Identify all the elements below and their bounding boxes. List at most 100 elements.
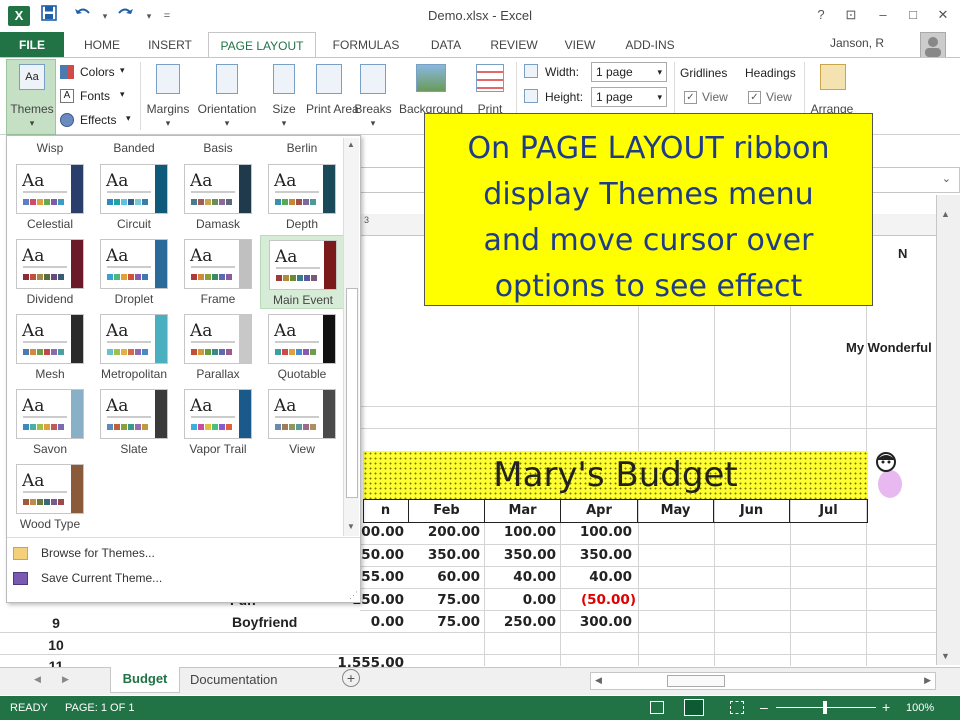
arrange-button[interactable]: Arrange (808, 60, 856, 116)
scroll-left-icon[interactable]: ◀ (595, 675, 602, 686)
cell[interactable]: 40.00 (480, 569, 556, 585)
scroll-up-icon[interactable]: ▲ (941, 209, 950, 219)
tab-home[interactable]: HOME (74, 32, 130, 58)
tab-file[interactable]: FILE (0, 32, 64, 58)
tab-page-layout[interactable]: PAGE LAYOUT (208, 32, 316, 58)
user-name[interactable]: Janson, R (830, 36, 910, 50)
cell[interactable]: 55.00 (360, 569, 404, 585)
ribbon-display-options-button[interactable]: ⊡ (838, 4, 864, 26)
maximize-button[interactable]: □ (900, 4, 926, 26)
browse-for-themes-item[interactable]: Browse for Themes... (13, 544, 343, 566)
normal-view-icon[interactable] (650, 701, 664, 714)
theme-banded-label[interactable]: Banded (92, 141, 176, 155)
page-break-view-icon[interactable] (730, 701, 744, 714)
theme-wisp-label[interactable]: Wisp (8, 141, 92, 155)
customize-qat-icon[interactable]: = (156, 5, 178, 27)
horizontal-scrollbar[interactable]: ◀ ▶ (590, 672, 936, 690)
tab-add-ins[interactable]: ADD-INS (614, 32, 686, 58)
tab-data[interactable]: DATA (418, 32, 474, 58)
cell[interactable]: 40.00 (556, 569, 632, 585)
theme-berlin-label[interactable]: Berlin (260, 141, 344, 155)
scroll-down-icon[interactable]: ▼ (941, 651, 950, 661)
sheet-tab-documentation[interactable]: Documentation (190, 672, 277, 687)
theme-basis-label[interactable]: Basis (176, 141, 260, 155)
scrollbar-thumb[interactable] (346, 288, 358, 498)
zoom-in-button[interactable]: + (882, 699, 890, 715)
fonts-button[interactable]: A Fonts ▾ (58, 87, 142, 107)
undo-icon[interactable] (72, 5, 94, 27)
cell[interactable]: 350.00 (556, 547, 632, 563)
cell[interactable]: 1,555.00 (310, 655, 404, 667)
zoom-level[interactable]: 100% (906, 702, 934, 714)
avatar[interactable] (920, 32, 946, 58)
cell[interactable]: 250.00 (480, 614, 556, 630)
cell[interactable]: 350.00 (404, 547, 480, 563)
cell[interactable]: 200.00 (404, 524, 480, 540)
size-button[interactable]: Size ▾ (264, 60, 304, 132)
row-number[interactable]: 11 (32, 655, 80, 667)
width-select[interactable]: 1 page ▾ (591, 62, 667, 82)
theme-option[interactable]: Aa Celestial (8, 160, 92, 234)
gallery-scrollbar[interactable]: ▲ ▼ (343, 138, 359, 536)
row-label[interactable]: Boyfriend (232, 614, 297, 630)
cell-negative[interactable]: (50.00) (556, 592, 636, 608)
minimize-button[interactable]: – (870, 4, 896, 26)
scroll-down-icon[interactable]: ▼ (347, 522, 355, 531)
row-number[interactable]: 9 (32, 612, 80, 634)
theme-option[interactable]: Aa Savon (8, 385, 92, 459)
themes-button[interactable]: Aa Themes ▾ (6, 59, 56, 135)
print-area-button[interactable]: Print Area (306, 60, 359, 132)
resize-grip-icon[interactable]: ⋰ (349, 590, 358, 601)
tab-insert[interactable]: INSERT (140, 32, 200, 58)
height-select[interactable]: 1 page ▾ (591, 87, 667, 107)
cell[interactable]: 75.00 (404, 592, 480, 608)
theme-option[interactable]: Aa Vapor Trail (176, 385, 260, 459)
cell[interactable]: 300.00 (556, 614, 632, 630)
theme-option[interactable]: Aa Frame (176, 235, 260, 309)
prev-sheet-icon[interactable]: ◀ (34, 674, 41, 685)
row-number[interactable]: 10 (32, 634, 80, 656)
theme-option[interactable]: Aa Metropolitan (92, 310, 176, 384)
cell[interactable]: 60.00 (404, 569, 480, 585)
theme-option[interactable]: Aa Depth (260, 160, 344, 234)
tab-review[interactable]: REVIEW (484, 32, 544, 58)
page-layout-view-icon[interactable] (684, 699, 704, 716)
tab-formulas[interactable]: FORMULAS (326, 32, 406, 58)
theme-option[interactable]: Aa Wood Type (8, 460, 92, 534)
zoom-out-button[interactable]: – (760, 699, 768, 715)
sheet-tab-budget[interactable]: Budget (110, 667, 180, 693)
orientation-button[interactable]: Orientation ▾ (194, 60, 260, 132)
scrollbar-thumb[interactable] (667, 675, 725, 687)
effects-button[interactable]: Effects ▾ (58, 111, 142, 131)
scroll-right-icon[interactable]: ▶ (924, 675, 931, 686)
vertical-scrollbar[interactable]: ▲ ▼ (936, 195, 960, 665)
theme-option[interactable]: Aa Droplet (92, 235, 176, 309)
save-icon[interactable] (38, 5, 60, 27)
help-button[interactable]: ? (808, 4, 834, 26)
next-sheet-icon[interactable]: ▶ (62, 674, 69, 685)
theme-option[interactable]: Aa Circuit (92, 160, 176, 234)
cell[interactable]: 100.00 (556, 524, 632, 540)
theme-option[interactable]: Aa Slate (92, 385, 176, 459)
theme-option[interactable]: Aa Mesh (8, 310, 92, 384)
expand-formula-bar-icon[interactable]: ⌄ (942, 172, 951, 185)
theme-option[interactable]: Aa Dividend (8, 235, 92, 309)
background-button[interactable]: Background (396, 60, 466, 116)
cell[interactable]: 00.00 (360, 524, 404, 540)
redo-icon[interactable] (114, 5, 136, 27)
close-button[interactable]: ✕ (930, 4, 956, 26)
theme-option[interactable]: Aa Parallax (176, 310, 260, 384)
cell[interactable]: 0.00 (480, 592, 556, 608)
colors-button[interactable]: Colors ▾ (58, 63, 142, 83)
cell[interactable]: 50.00 (360, 547, 404, 563)
theme-option[interactable]: Aa Damask (176, 160, 260, 234)
cell[interactable]: 350.00 (480, 547, 556, 563)
scroll-up-icon[interactable]: ▲ (347, 140, 355, 149)
cell[interactable]: 75.00 (404, 614, 480, 630)
undo-dropdown-icon[interactable]: ▾ (94, 5, 116, 27)
margins-button[interactable]: Margins ▾ (144, 60, 192, 132)
cell[interactable]: 100.00 (480, 524, 556, 540)
tab-view[interactable]: VIEW (554, 32, 606, 58)
zoom-slider-thumb[interactable] (823, 701, 827, 714)
save-current-theme-item[interactable]: Save Current Theme... (13, 569, 343, 591)
